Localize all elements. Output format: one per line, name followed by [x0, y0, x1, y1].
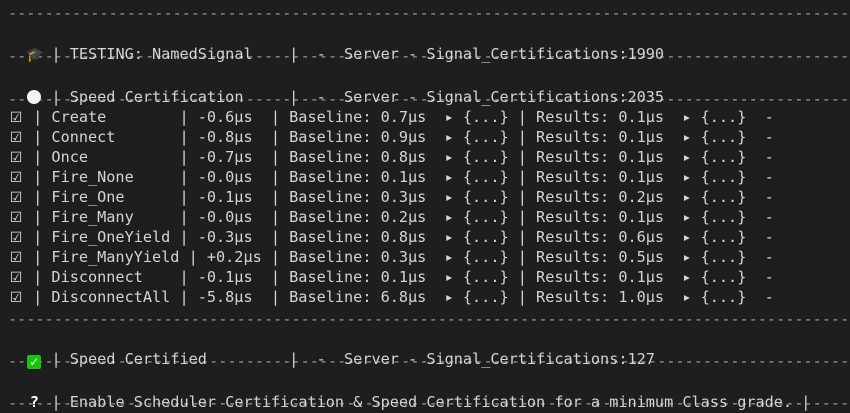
footer-line: ? | Enable Scheduler Certification & Spe… — [8, 372, 811, 412]
checkbox-checked-icon: ☑ — [9, 270, 23, 286]
checkbox-checked-icon: ☑ — [9, 170, 23, 186]
testing-header-text: | TESTING: NamedSignal | - Server - Sign… — [42, 45, 665, 63]
checkbox-checked-icon: ☑ — [9, 190, 23, 206]
checkbox-checked-icon: ☑ — [9, 250, 23, 266]
checkbox-checked-icon: ☑ — [9, 210, 23, 226]
table-row: ☑ | Fire_Many | -0.0μs | Baseline: 0.2μs… — [8, 207, 774, 228]
table-row: ☑ | Fire_One | -0.1μs | Baseline: 0.3μs … — [8, 187, 774, 208]
row-text: | Fire_Many | -0.0μs | Baseline: 0.2μs ▸… — [24, 208, 774, 226]
row-text: | Disconnect | -0.1μs | Baseline: 0.1μs … — [24, 268, 774, 286]
white-circle-icon — [26, 87, 42, 107]
checkbox-checked-icon: ☑ — [9, 230, 23, 246]
row-text: | DisconnectAll | -5.8μs | Baseline: 6.8… — [24, 288, 774, 306]
table-row: ☑ | Connect | -0.8μs | Baseline: 0.9μs ▸… — [8, 127, 774, 148]
table-row: ☑ | Fire_OneYield | -0.3μs | Baseline: 0… — [8, 227, 774, 248]
row-text: | Once | -0.7μs | Baseline: 0.8μs ▸ {...… — [24, 148, 774, 166]
table-row: ☑ | Disconnect | -0.1μs | Baseline: 0.1μ… — [8, 267, 774, 288]
green-check-icon: ✓ — [27, 355, 42, 369]
separator-line: ----------------------------------------… — [8, 4, 850, 22]
row-text: | Fire_ManyYield | +0.2μs | Baseline: 0.… — [24, 248, 774, 266]
table-row: ☑ | DisconnectAll | -5.8μs | Baseline: 6… — [8, 287, 774, 308]
table-row: ☑ | Create | -0.6μs | Baseline: 0.7μs ▸ … — [8, 107, 774, 128]
speed-certified-text: | Speed Certified | - Server - Signal_Ce… — [42, 350, 655, 368]
row-text: | Connect | -0.8μs | Baseline: 0.9μs ▸ {… — [24, 128, 774, 146]
separator-line: ----------------------------------------… — [8, 310, 850, 328]
table-row: ☑ | Fire_None | -0.0μs | Baseline: 0.1μs… — [8, 167, 774, 188]
checkbox-checked-icon: ☑ — [9, 290, 23, 306]
footer-text: | Enable Scheduler Certification & Speed… — [42, 393, 811, 411]
row-text: | Create | -0.6μs | Baseline: 0.7μs ▸ {.… — [24, 108, 774, 126]
table-row: ☑ | Fire_ManyYield | +0.2μs | Baseline: … — [8, 247, 774, 268]
checkbox-checked-icon: ☑ — [9, 150, 23, 166]
checkbox-checked-icon: ☑ — [9, 110, 23, 126]
row-text: | Fire_OneYield | -0.3μs | Baseline: 0.8… — [24, 228, 774, 246]
speed-certified-line: ✓ | Speed Certified | - Server - Signal_… — [8, 329, 655, 369]
checkbox-checked-icon: ☑ — [9, 130, 23, 146]
row-text: | Fire_None | -0.0μs | Baseline: 0.1μs ▸… — [24, 168, 774, 186]
row-text: | Fire_One | -0.1μs | Baseline: 0.3μs ▸ … — [24, 188, 774, 206]
speed-certification-header: | Speed Certification | - Server - Signa… — [8, 67, 664, 107]
testing-header: 🎓 | TESTING: NamedSignal | - Server - Si… — [8, 24, 664, 65]
question-mark-icon: ? — [29, 393, 39, 411]
graduation-cap-icon: 🎓 — [26, 47, 44, 63]
table-row: ☑ | Once | -0.7μs | Baseline: 0.8μs ▸ {.… — [8, 147, 774, 168]
speed-certification-header-text: | Speed Certification | - Server - Signa… — [42, 88, 665, 106]
